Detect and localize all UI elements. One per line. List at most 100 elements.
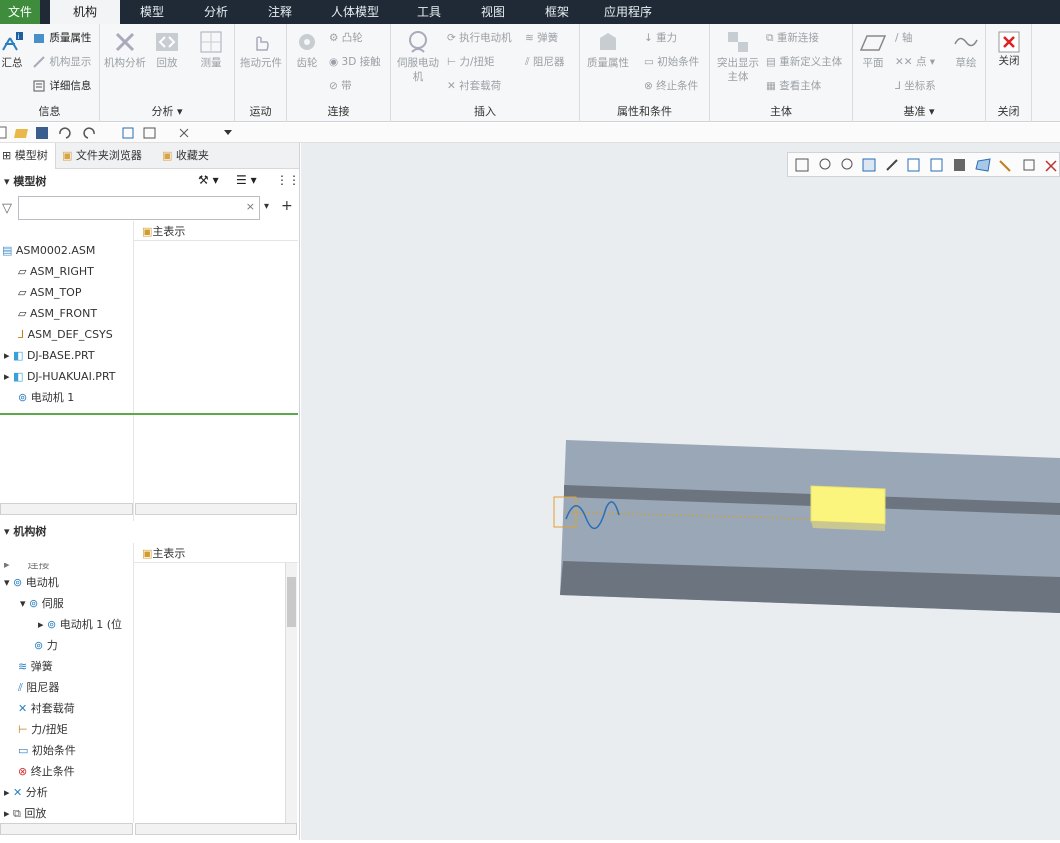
- mech-item-force-torque[interactable]: ⊢ 力/扭矩: [0, 719, 133, 740]
- axis-button[interactable]: / 轴: [895, 30, 912, 45]
- reconnect-button[interactable]: ⧉ 重新连接: [766, 30, 819, 45]
- tab-manikin[interactable]: 人体模型: [312, 0, 398, 24]
- mech-item-motor1[interactable]: ▸ ⊚ 电动机 1 (位: [0, 614, 133, 635]
- servo-motor-button[interactable]: 伺服电动机: [393, 28, 443, 84]
- mech-item-damper[interactable]: ⫽ 阻尼器: [0, 677, 133, 698]
- tab-tools[interactable]: 工具: [398, 0, 460, 24]
- section-icon[interactable]: [975, 158, 991, 172]
- expand-icon[interactable]: ▸: [4, 370, 10, 383]
- refit-icon[interactable]: [795, 158, 809, 172]
- tree-search-input[interactable]: ×: [18, 196, 260, 220]
- display-style-icon[interactable]: [907, 158, 920, 172]
- mech-tree-header[interactable]: ▾ 机构树: [0, 521, 298, 543]
- tree-item-csys[interactable]: ⅃ ASM_DEF_CSYS: [0, 324, 133, 345]
- measure-button[interactable]: 测量: [194, 28, 228, 70]
- mech-display-button[interactable]: 机构显示: [32, 54, 91, 69]
- mech-item-analyses[interactable]: ▸ ✕ 分析: [0, 782, 133, 803]
- tab-model-tree[interactable]: ⊞ 模型树: [0, 143, 56, 169]
- tree-item-right[interactable]: ▱ ASM_RIGHT: [0, 261, 133, 282]
- tree-item-top[interactable]: ▱ ASM_TOP: [0, 282, 133, 303]
- expand-icon[interactable]: ▸: [4, 349, 10, 362]
- tree-display-button[interactable]: ☰ ▾: [236, 173, 257, 187]
- close-window-icon[interactable]: [179, 128, 189, 138]
- open-folder-icon[interactable]: [14, 129, 28, 138]
- plane-button[interactable]: 平面: [855, 28, 891, 70]
- force-torque-button[interactable]: ⊢ 力/扭矩: [447, 54, 495, 69]
- spring-button[interactable]: ≋ 弹簧: [525, 30, 558, 45]
- mech-item-init-cond[interactable]: ▭ 初始条件: [0, 740, 133, 761]
- add-filter-icon[interactable]: +: [281, 198, 293, 214]
- mech-item-servo[interactable]: ▾ ⊚ 伺服: [0, 593, 133, 614]
- tab-annotate[interactable]: 注释: [248, 0, 312, 24]
- tree-item-motor[interactable]: ⊚ 电动机 1: [0, 387, 133, 408]
- tab-applications[interactable]: 应用程序: [588, 0, 668, 24]
- point-button[interactable]: ✕✕ 点 ▾: [895, 54, 935, 69]
- repaint-icon[interactable]: [862, 158, 876, 172]
- tab-file[interactable]: 文件: [0, 0, 40, 24]
- init-cond-button[interactable]: ▭ 初始条件: [644, 54, 699, 69]
- highlight-body-button[interactable]: 突出显示主体: [712, 28, 764, 84]
- tab-view[interactable]: 视图: [460, 0, 526, 24]
- belt-button[interactable]: ⊘ 带: [329, 78, 352, 93]
- tab-analysis[interactable]: 分析: [184, 0, 248, 24]
- group-analysis-label[interactable]: 分析 ▾: [100, 103, 234, 119]
- redefine-body-button[interactable]: ▤ 重新定义主体: [766, 54, 842, 69]
- tab-folder-browser[interactable]: ▣ 文件夹浏览器: [62, 143, 158, 169]
- perspective-icon[interactable]: [886, 159, 898, 171]
- model-tree-hscroll[interactable]: [0, 503, 133, 515]
- tree-settings-button[interactable]: ⚒ ▾: [198, 173, 219, 187]
- view-manager-icon[interactable]: [954, 159, 965, 171]
- slider-block[interactable]: [810, 485, 886, 525]
- damper-button[interactable]: ⫽ 阻尼器: [525, 54, 565, 69]
- tree-item-asm[interactable]: ▤ ASM0002.ASM: [0, 240, 133, 261]
- drag-component-button[interactable]: 拖动元件: [237, 28, 285, 70]
- save-icon[interactable]: [36, 127, 48, 139]
- tab-mechanism[interactable]: 机构: [50, 0, 120, 24]
- mech-item-term-cond[interactable]: ⊗ 终止条件: [0, 761, 133, 782]
- mech-item-bushing[interactable]: ✕ 衬套载荷: [0, 698, 133, 719]
- redo-icon[interactable]: [83, 127, 95, 139]
- run-motor-button[interactable]: ⟳ 执行电动机: [447, 30, 512, 45]
- mech-tree-hscroll[interactable]: [0, 823, 133, 835]
- graphics-viewport[interactable]: [301, 143, 1060, 840]
- spin-center-icon[interactable]: [1045, 160, 1057, 172]
- playback-button[interactable]: 回放: [150, 28, 184, 70]
- zoom-in-icon[interactable]: [819, 158, 831, 170]
- summary-button[interactable]: i 汇总: [0, 30, 24, 70]
- mass-props-big-button[interactable]: 质量属性: [582, 28, 634, 70]
- search-dropdown-icon[interactable]: ▾: [264, 201, 269, 212]
- mech-analysis-button[interactable]: 机构分析: [104, 28, 146, 70]
- contact3d-button[interactable]: ◉ 3D 接触: [329, 54, 381, 69]
- view-body-button[interactable]: ▦ 查看主体: [766, 78, 821, 93]
- mech-item-force[interactable]: ⊚ 力: [0, 635, 133, 656]
- datum-display-icon[interactable]: [999, 160, 1011, 172]
- vscroll-thumb[interactable]: [287, 577, 296, 627]
- new-file-icon[interactable]: [0, 126, 7, 139]
- tab-model[interactable]: 模型: [120, 0, 184, 24]
- tree-item-base[interactable]: ▸ ◧ DJ-BASE.PRT: [0, 345, 133, 366]
- zoom-out-icon[interactable]: [841, 158, 853, 170]
- regenerate-icon[interactable]: [122, 127, 134, 139]
- saved-orientations-icon[interactable]: [930, 158, 943, 172]
- qat-dropdown-icon[interactable]: [224, 130, 232, 135]
- model-col-hscroll[interactable]: [135, 503, 297, 515]
- close-button[interactable]: 关闭: [990, 30, 1028, 68]
- mech-col-hscroll[interactable]: [135, 823, 297, 835]
- tab-favorites[interactable]: ▣ 收藏夹: [162, 143, 232, 169]
- gravity-button[interactable]: ↓ 重力: [644, 30, 677, 45]
- tab-frame[interactable]: 框架: [526, 0, 588, 24]
- term-cond-button[interactable]: ⊗ 终止条件: [644, 78, 698, 93]
- windows-icon[interactable]: [143, 127, 156, 139]
- mech-item-playbacks[interactable]: ▸ ⧉ 回放: [0, 803, 133, 823]
- gear-button[interactable]: 齿轮: [289, 28, 325, 70]
- cam-button[interactable]: ⚙ 凸轮: [329, 30, 363, 45]
- tree-filter-button[interactable]: ⋮⋮: [276, 173, 300, 187]
- mech-tree-vscroll[interactable]: [285, 563, 297, 823]
- clear-search-icon[interactable]: ×: [246, 200, 255, 213]
- details-button[interactable]: 详细信息: [32, 78, 91, 93]
- mech-item-motors[interactable]: ▾ ⊚ 电动机: [0, 572, 133, 593]
- mech-item-spring[interactable]: ≋ 弹簧: [0, 656, 133, 677]
- model-view[interactable]: [301, 143, 1060, 840]
- undo-icon[interactable]: [59, 127, 71, 139]
- annotation-display-icon[interactable]: [1023, 159, 1035, 171]
